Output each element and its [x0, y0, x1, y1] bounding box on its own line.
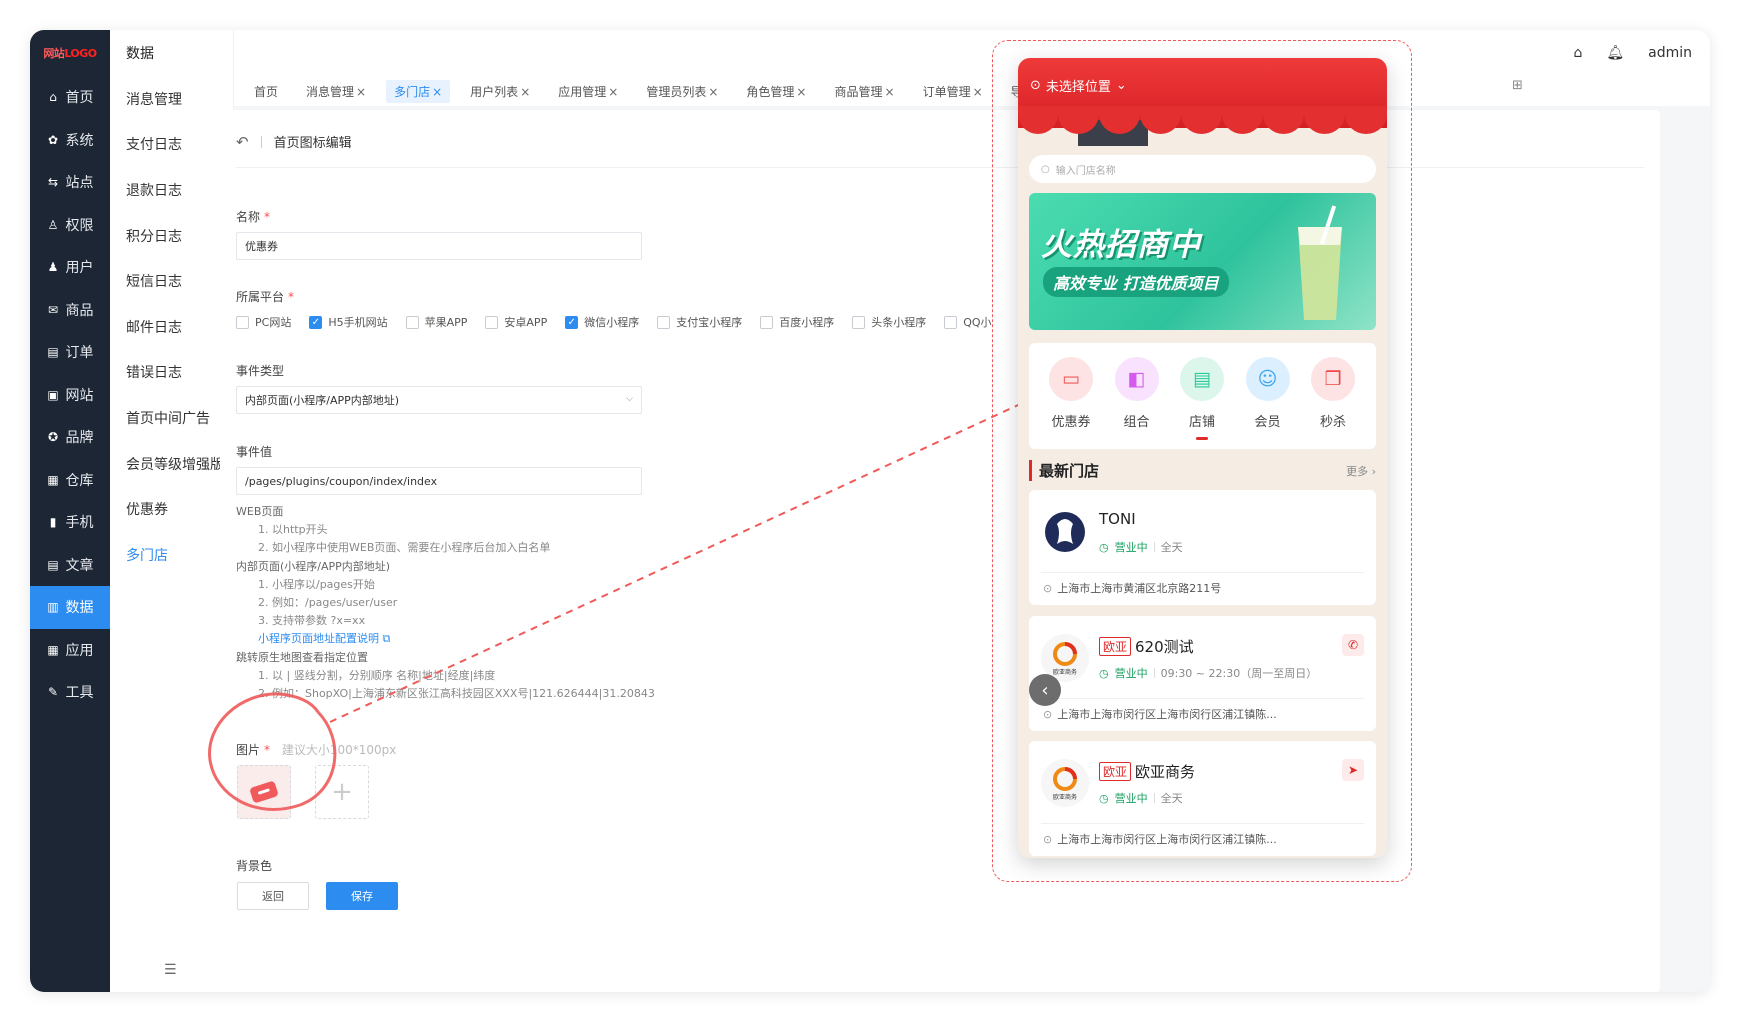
store-address-row: ⊙ 上海市上海市黄浦区北京路211号	[1043, 580, 1221, 596]
active-indicator	[1196, 437, 1208, 440]
store-address-row: ⊙ 上海市上海市闵行区上海市闵行区浦江镇陈...	[1043, 706, 1277, 722]
mobile-preview: ⊙ 未选择位置 ⌄ ○ 输入门店名称 火热招商中 高效专业 打造优质项目 ▭ 优…	[1018, 58, 1387, 858]
quick-icon[interactable]: ◧ 组合	[1107, 357, 1167, 430]
promo-banner[interactable]: 火热招商中 高效专业 打造优质项目	[1029, 193, 1376, 330]
chevron-down-icon: ⌄	[1115, 78, 1127, 93]
quick-icon-image: ◧	[1114, 357, 1159, 401]
search-placeholder: 输入门店名称	[1055, 165, 1116, 177]
store-logo: 欧亚商务	[1041, 759, 1089, 807]
quick-icon-image: ▤	[1180, 357, 1224, 401]
annotation-overlay	[208, 392, 1044, 811]
location-pin-icon: ⊙	[1043, 581, 1053, 595]
store-name-row: 欧亚 欧亚商务	[1099, 761, 1195, 782]
annotation-arrow	[329, 392, 1044, 723]
quick-icon-grid: ▭ 优惠券 ◧ 组合 ▤ 店铺 ☺ 会员 ❒ 秒杀	[1029, 343, 1376, 449]
location-text: 未选择位置	[1045, 80, 1111, 95]
clock-icon: ◷	[1099, 540, 1109, 554]
carousel-prev-button[interactable]: ‹	[1029, 674, 1061, 706]
store-card[interactable]: 欧亚商务 欧亚 620测试 ◷ 营业中 09:30 ~ 22:30（周一至周日） ⊙ 上海市上…	[1029, 616, 1376, 731]
store-status-row: ◷ 营业中 全天	[1099, 790, 1183, 806]
store-tag: 欧亚	[1099, 637, 1132, 656]
store-divider	[1041, 823, 1364, 824]
store-divider	[1041, 572, 1364, 573]
store-search-input[interactable]: ○ 输入门店名称	[1029, 155, 1376, 183]
store-address-row: ⊙ 上海市上海市闵行区上海市闵行区浦江镇陈...	[1043, 831, 1277, 847]
quick-icon-label: 组合	[1123, 415, 1150, 430]
store-status-row: ◷ 营业中 全天	[1099, 539, 1183, 555]
store-name-row: 欧亚 620测试	[1099, 636, 1194, 657]
quick-icon[interactable]: ▤ 店铺	[1172, 357, 1232, 430]
clock-icon: ◷	[1099, 666, 1109, 680]
banner-subtitle: 高效专业 打造优质项目	[1043, 267, 1229, 297]
clock-icon: ◷	[1099, 791, 1109, 805]
store-card[interactable]: 欧亚商务 欧亚 欧亚商务 ◷ 营业中 全天 ⊙ 上海市上海市闵行区上海市闵行区浦江镇陈... ➤	[1029, 741, 1376, 856]
store-hours: 全天	[1160, 541, 1183, 554]
store-hours: 全天	[1160, 792, 1183, 805]
store-divider	[1041, 698, 1364, 699]
store-address: 上海市上海市黄浦区北京路211号	[1057, 582, 1222, 595]
banner-title: 火热招商中	[1041, 227, 1201, 263]
store-card[interactable]: TONI ◷ 营业中 全天 ⊙ 上海市上海市黄浦区北京路211号	[1029, 490, 1376, 605]
store-logo	[1041, 508, 1089, 556]
quick-icon-label: 优惠券	[1051, 415, 1091, 430]
status-divider	[1153, 793, 1155, 803]
quick-icon-label: 秒杀	[1319, 415, 1346, 430]
search-icon: ○	[1041, 163, 1050, 175]
phone-call-icon[interactable]: ✆	[1342, 634, 1364, 656]
quick-icon-image: ▭	[1049, 357, 1093, 401]
status-divider	[1153, 542, 1155, 552]
navigate-icon[interactable]: ➤	[1342, 759, 1364, 781]
store-name: TONI	[1099, 510, 1136, 528]
location-selector[interactable]: ⊙ 未选择位置 ⌄	[1030, 76, 1127, 95]
store-name-row: TONI	[1099, 510, 1136, 528]
quick-icon-label: 会员	[1254, 415, 1281, 430]
status-divider	[1153, 668, 1155, 678]
store-logo-caption: 欧亚商务	[1052, 668, 1077, 676]
annotation-circle	[208, 692, 337, 811]
section-title: 最新门店	[1029, 460, 1099, 481]
store-open-status: 营业中	[1114, 792, 1148, 805]
store-status-row: ◷ 营业中 09:30 ~ 22:30（周一至周日）	[1099, 665, 1317, 681]
quick-icon-image: ❒	[1311, 357, 1355, 401]
store-address: 上海市上海市闵行区上海市闵行区浦江镇陈...	[1057, 708, 1277, 721]
store-tag: 欧亚	[1099, 762, 1132, 781]
quick-icon-image: ☺	[1245, 357, 1290, 401]
awning-decoration	[1018, 106, 1387, 146]
store-open-status: 营业中	[1114, 667, 1148, 680]
store-name: 欧亚商务	[1135, 763, 1196, 781]
location-pin-icon: ⊙	[1043, 832, 1053, 846]
more-link[interactable]: 更多 ›	[1346, 463, 1376, 479]
milk-tea-image	[1298, 205, 1342, 320]
store-hours: 09:30 ~ 22:30（周一至周日）	[1160, 667, 1318, 680]
store-address: 上海市上海市闵行区上海市闵行区浦江镇陈...	[1057, 833, 1277, 846]
quick-icon[interactable]: ❒ 秒杀	[1303, 357, 1363, 430]
store-open-status: 营业中	[1114, 541, 1148, 554]
quick-icon[interactable]: ▭ 优惠券	[1041, 357, 1101, 430]
quick-icon-label: 店铺	[1188, 415, 1215, 430]
location-pin-icon: ⊙	[1043, 707, 1053, 721]
location-pin-icon: ⊙	[1030, 78, 1041, 93]
latest-stores-header: 最新门店 更多 ›	[1029, 460, 1376, 481]
quick-icon[interactable]: ☺ 会员	[1238, 357, 1298, 430]
store-name: 620测试	[1135, 638, 1194, 656]
store-logo-caption: 欧亚商务	[1052, 793, 1077, 801]
